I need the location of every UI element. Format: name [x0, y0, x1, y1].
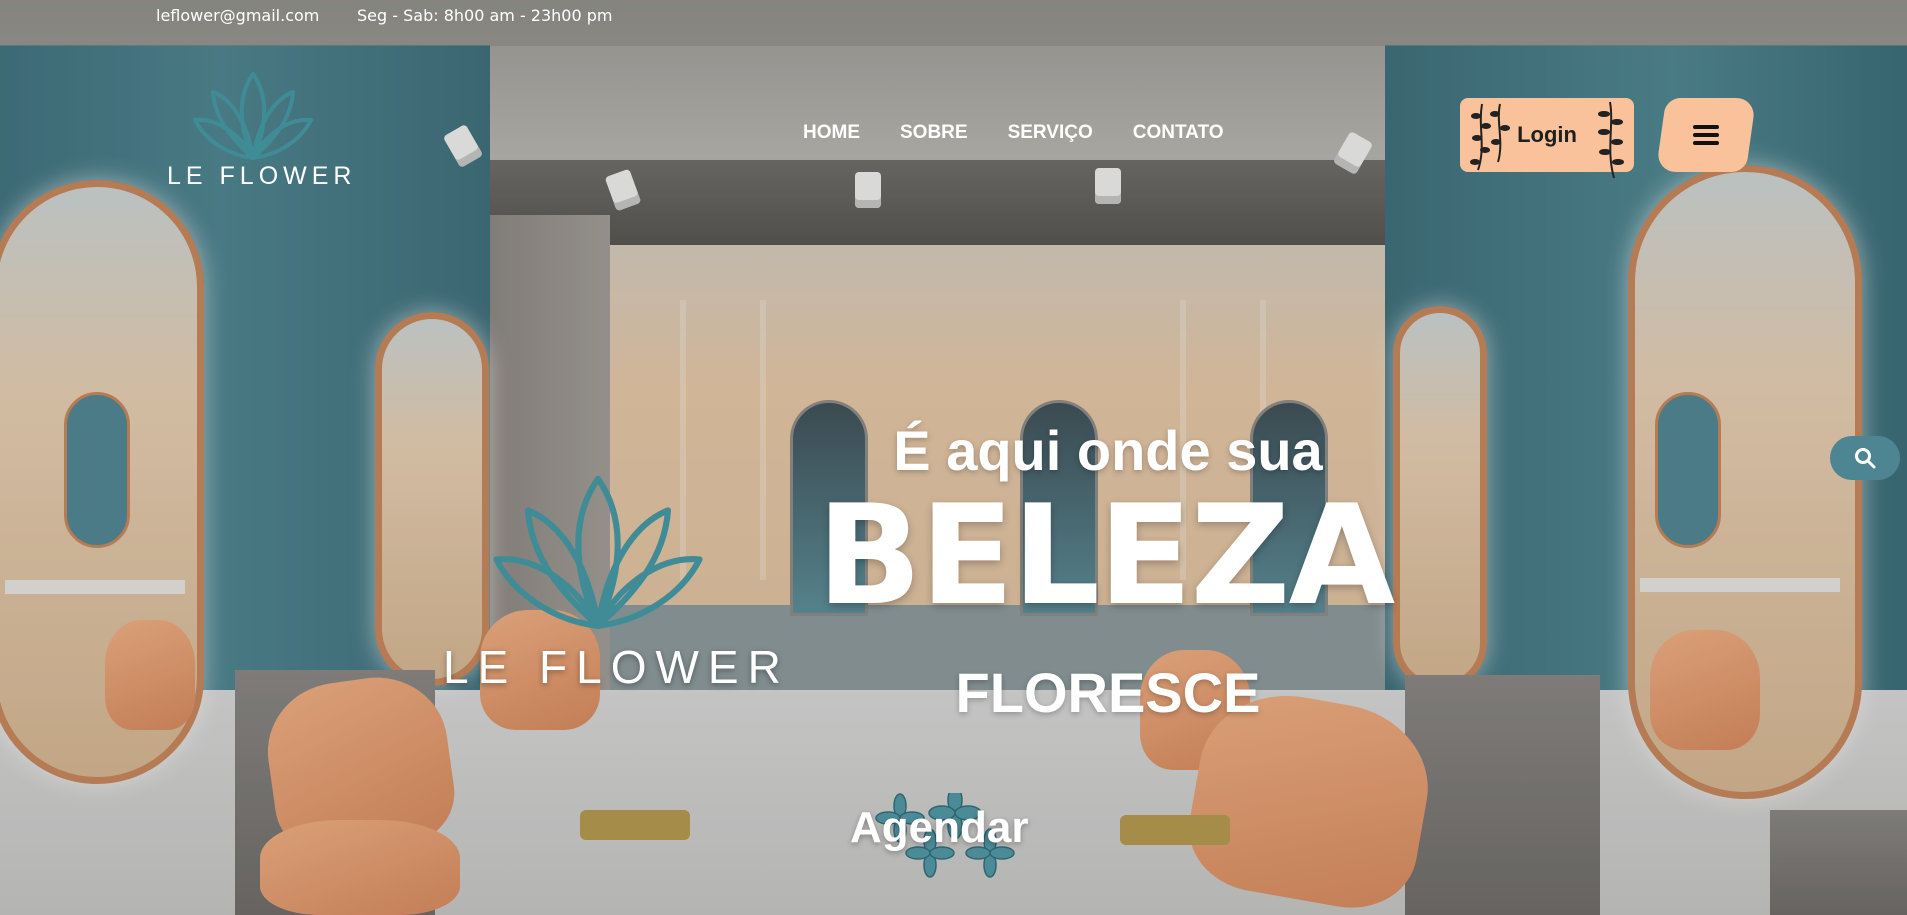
schedule-button[interactable]: Agendar	[850, 785, 1050, 885]
hero-title: BELEZA	[816, 475, 1396, 636]
nav-servico[interactable]: SERVIÇO	[1008, 122, 1093, 144]
nav-sobre[interactable]: SOBRE	[900, 122, 968, 144]
schedule-label: Agendar	[850, 803, 1029, 852]
search-button[interactable]	[1830, 436, 1900, 480]
hero-logo-text: LE FLOWER	[443, 641, 790, 693]
nav-contato[interactable]: CONTATO	[1133, 122, 1224, 144]
opening-hours: Seg - Sab: 8h00 am - 23h00 pm	[357, 6, 613, 25]
menu-button[interactable]	[1655, 98, 1757, 172]
hero-logo: LE FLOWER	[438, 465, 781, 693]
login-button[interactable]: Login	[1460, 98, 1634, 179]
contact-email: leflower@gmail.com	[156, 6, 320, 25]
search-icon	[1855, 448, 1876, 469]
lotus-logo-icon	[193, 72, 313, 160]
lotus-logo-icon	[493, 475, 703, 629]
hero-headline: É aqui onde sua	[893, 419, 1323, 482]
nav-home[interactable]: HOME	[803, 122, 860, 144]
login-label: Login	[1517, 122, 1577, 147]
site-logo[interactable]: LE FLOWER	[165, 70, 351, 195]
hero-subtitle: FLORESCE	[955, 661, 1261, 724]
vine-decoration-icon	[1470, 103, 1510, 171]
logo-text: LE FLOWER	[167, 162, 357, 190]
vine-decoration-icon	[1598, 101, 1624, 179]
hamburger-icon	[1693, 125, 1719, 145]
main-nav: HOME SOBRE SERVIÇO CONTATO	[803, 122, 1224, 144]
top-info-bar: leflower@gmail.com Seg - Sab: 8h00 am - …	[0, 0, 1907, 46]
